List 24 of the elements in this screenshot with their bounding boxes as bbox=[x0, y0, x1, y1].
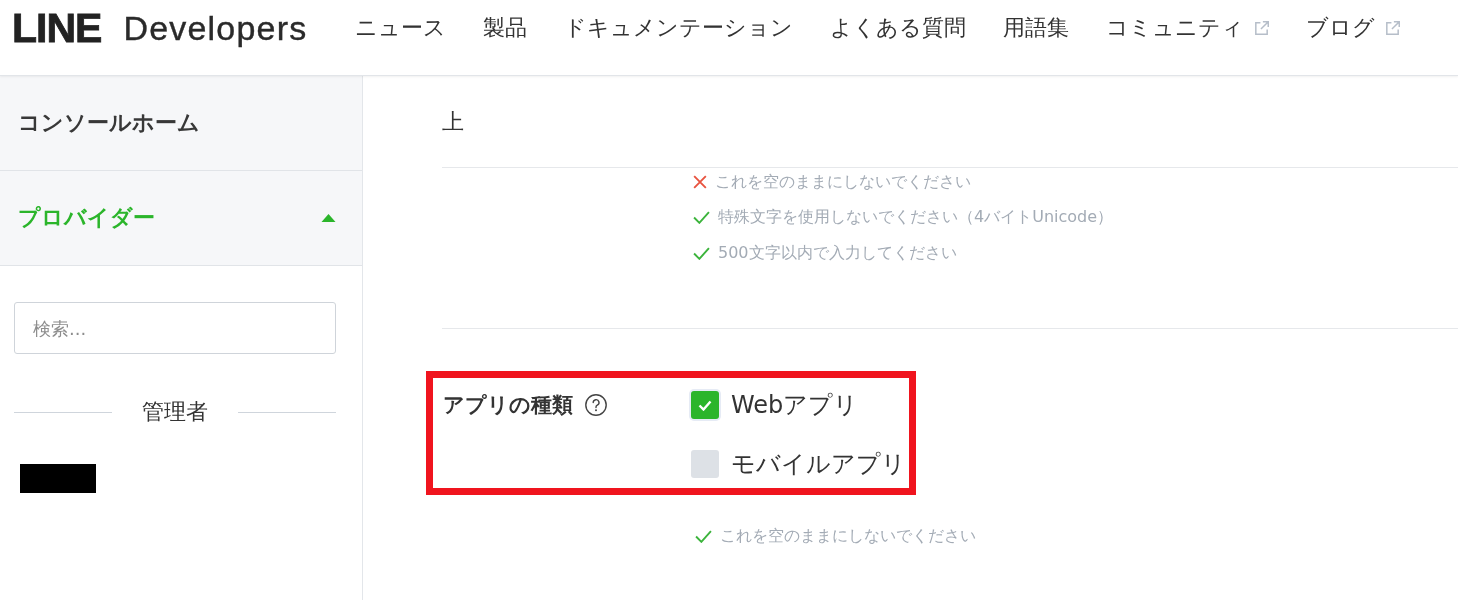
logo-mark: LINE bbox=[12, 7, 102, 49]
nav-link[interactable]: よくある質問 bbox=[830, 13, 967, 43]
checkmark-icon bbox=[698, 399, 712, 411]
validation-message: これを空のままにしないでください bbox=[715, 171, 971, 193]
nav-link[interactable]: コミュニティ bbox=[1106, 13, 1270, 43]
help-icon[interactable] bbox=[585, 394, 607, 416]
field-label: アプリの種類 bbox=[443, 392, 573, 419]
search-field[interactable]: 検索... bbox=[14, 302, 336, 354]
sidebar-item[interactable]: コンソールホーム bbox=[0, 76, 362, 171]
text-field[interactable]: 上 bbox=[442, 76, 1458, 168]
checkbox-label[interactable]: モバイルアプリ bbox=[731, 448, 906, 480]
checkbox[interactable] bbox=[691, 450, 719, 478]
nav-link[interactable]: 用語集 bbox=[1003, 13, 1070, 43]
nav-link[interactable]: 製品 bbox=[483, 13, 528, 43]
validation-message: これを空のままにしないでください bbox=[720, 525, 976, 547]
logo-name: Developers bbox=[123, 11, 308, 45]
group-heading: 管理者 bbox=[142, 400, 208, 424]
nav-link[interactable]: ニュース bbox=[355, 13, 447, 43]
validation-message: 500文字以内で入力してください bbox=[718, 242, 957, 264]
nav-link[interactable]: ドキュメンテーション bbox=[564, 13, 794, 43]
checkbox[interactable] bbox=[691, 391, 719, 419]
validation-message: 特殊文字を使用しないでください（4バイトUnicode） bbox=[718, 207, 1114, 228]
nav-link[interactable]: ブログ bbox=[1306, 13, 1401, 43]
checkbox-label[interactable]: Webアプリ bbox=[731, 389, 859, 421]
